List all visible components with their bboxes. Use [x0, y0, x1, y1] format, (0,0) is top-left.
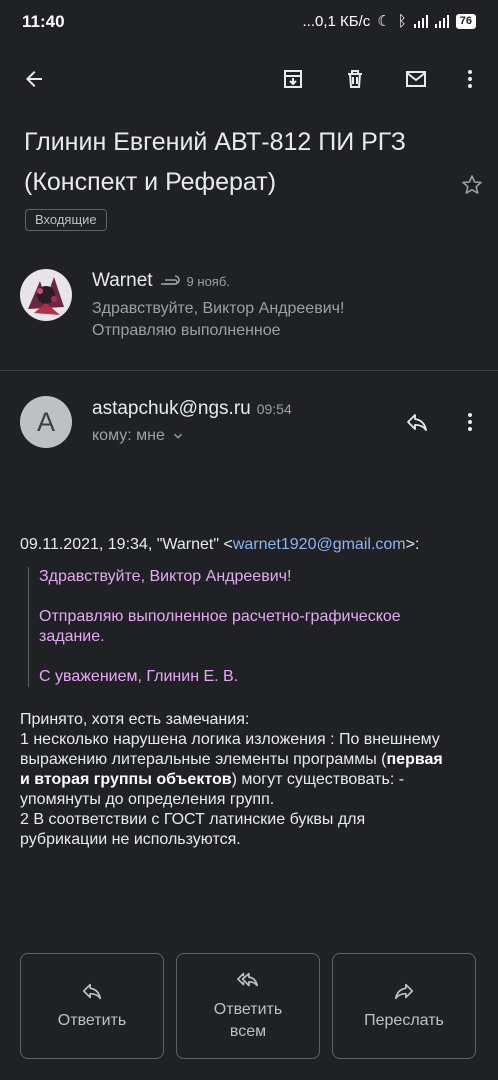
status-time: 11:40 [22, 12, 65, 31]
message-time: 09:54 [256, 401, 292, 417]
message-sender-row: astapchuk@ngs.ru 09:54 [92, 398, 292, 420]
label-chip-inbox[interactable]: Входящие [25, 209, 107, 231]
quoted-text: Здравствуйте, Виктор Андреевич! Отправля… [28, 567, 469, 687]
email-subject: Глинин Евгений АВТ-812 ПИ РГЗ (Конспект … [24, 128, 406, 196]
archive-button[interactable] [273, 59, 313, 99]
reply-all-label: Ответить всем [213, 1001, 283, 1040]
arrow-left-icon [26, 71, 42, 87]
reply-label: Ответить [57, 1012, 127, 1029]
signal-icon [413, 14, 428, 28]
body-line: Принято, хотя есть замечания: [20, 711, 250, 728]
star-icon [462, 175, 482, 194]
network-speed: ...0,1 КБ/с [302, 12, 371, 30]
battery-icon: 76 [455, 13, 476, 29]
chevron-down-icon [173, 433, 182, 439]
attachment-icon [160, 275, 180, 285]
quote-line: Отправляю выполненное расчетно-графическ… [39, 608, 401, 645]
sender-name: Warnet [92, 270, 153, 291]
delete-button[interactable] [335, 59, 375, 99]
recipient-details-toggle[interactable]: кому: мне [92, 427, 185, 445]
reply-icon [407, 414, 427, 431]
divider [0, 370, 498, 371]
more-vert-icon [468, 413, 472, 431]
status-indicators: ...0,1 КБ/с ☾ ᛒ 76 [302, 12, 476, 30]
message-date: 9 нояб. [186, 273, 230, 289]
body-text: 1 несколько нарушена логика изложения : … [20, 731, 440, 768]
bluetooth-icon: ᛒ [397, 12, 407, 30]
reply-all-icon [237, 972, 258, 987]
message-snippet[interactable]: Здравствуйте, Виктор Андреевич! Отправля… [92, 298, 422, 342]
quoted-header-suffix: >: [405, 536, 420, 553]
reply-icon [82, 983, 102, 1000]
forward-icon [394, 983, 414, 1000]
star-button[interactable] [452, 165, 492, 205]
forward-label: Переслать [364, 1012, 444, 1029]
status-bar: 11:40 ...0,1 КБ/с ☾ ᛒ 76 [0, 0, 498, 44]
quoted-header: 09.11.2021, 19:34, "Warnet" <warnet1920@… [20, 535, 480, 555]
quoted-header-prefix: 09.11.2021, 19:34, "Warnet" < [20, 536, 233, 553]
sender-email-link[interactable]: warnet1920@gmail.com [233, 536, 406, 553]
avatar[interactable] [20, 269, 72, 321]
quote-line: Здравствуйте, Виктор Андреевич! [39, 568, 292, 585]
signal-4g-icon [434, 14, 449, 28]
mark-unread-button[interactable] [396, 59, 436, 99]
avatar-image [20, 269, 72, 321]
message-body: Принято, хотя есть замечания: 1 нескольк… [20, 710, 450, 850]
trash-icon [348, 70, 362, 88]
body-paragraph: 1 несколько нарушена логика изложения : … [20, 730, 450, 810]
mail-icon [406, 71, 426, 87]
body-line: 2 В соответствии с ГОСТ латинские буквы … [20, 811, 366, 848]
moon-icon: ☾ [377, 13, 391, 30]
quote-line: С уважением, Глинин Е. В. [39, 668, 239, 685]
more-options-button[interactable] [450, 59, 490, 99]
reply-button[interactable]: Ответить [20, 953, 164, 1059]
back-button[interactable] [14, 59, 54, 99]
sender-email: astapchuk@ngs.ru [92, 398, 251, 419]
message-more-button[interactable] [450, 402, 490, 442]
more-vert-icon [468, 70, 472, 88]
reply-icon-button[interactable] [397, 402, 437, 442]
archive-icon [284, 70, 302, 88]
avatar[interactable]: A [20, 396, 72, 448]
recipient-label: кому: мне [92, 427, 165, 444]
message-sender-row[interactable]: Warnet 9 нояб. [92, 270, 230, 292]
forward-button[interactable]: Переслать [332, 953, 476, 1059]
reply-all-button[interactable]: Ответить всем [176, 953, 320, 1059]
